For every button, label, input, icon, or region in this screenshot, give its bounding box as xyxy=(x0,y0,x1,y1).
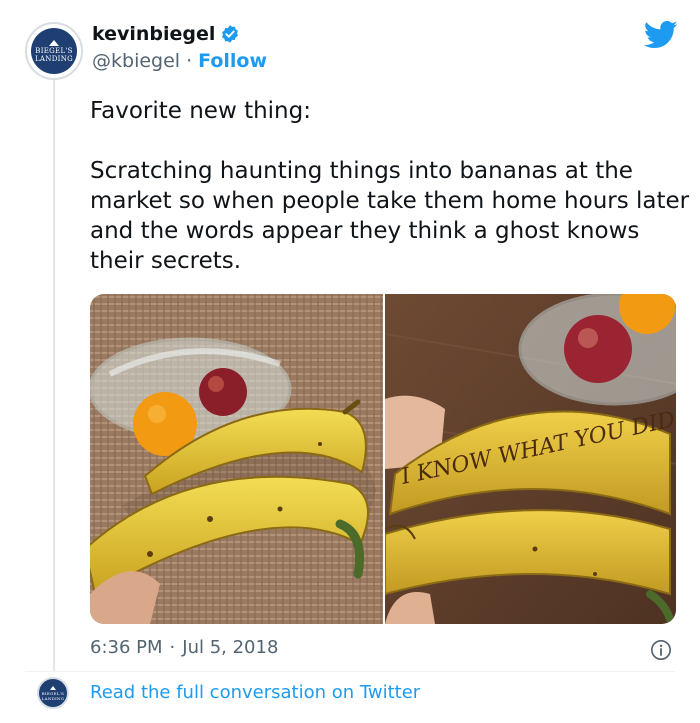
mountain-icon xyxy=(50,685,56,690)
tweet-date: Jul 5, 2018 xyxy=(182,637,279,658)
divider xyxy=(25,671,675,672)
photo-bananas-before[interactable] xyxy=(90,294,383,624)
photo-bananas-after[interactable]: I KNOW WHAT YOU DID xyxy=(383,294,676,624)
tweet-paragraph: Scratching haunting things into bananas … xyxy=(90,158,690,274)
avatar-text-line-1: BIEGEL'S xyxy=(35,46,73,55)
handle-row: @kbiegel · Follow xyxy=(92,50,267,72)
author-name[interactable]: kevinbiegel xyxy=(92,23,215,45)
twitter-bird-icon[interactable] xyxy=(644,20,678,50)
timestamp-row[interactable]: 6:36 PM · Jul 5, 2018 xyxy=(90,637,278,658)
tweet-time: 6:36 PM xyxy=(90,637,163,658)
avatar-logo: BIEGEL'S LANDING xyxy=(31,28,77,74)
tweet-card: BIEGEL'S LANDING kevinbiegel @kbiegel · … xyxy=(0,0,700,723)
tweet-text: Favorite new thing: Scratching haunting … xyxy=(90,96,690,276)
separator-dot: · xyxy=(186,50,193,72)
banana-photo-1 xyxy=(90,294,383,624)
name-row: kevinbiegel xyxy=(92,23,240,45)
author-handle[interactable]: @kbiegel xyxy=(92,50,180,72)
read-conversation-link[interactable]: Read the full conversation on Twitter xyxy=(90,682,420,703)
avatar-text-line-2: LANDING xyxy=(41,695,65,701)
small-avatar[interactable]: BIEGEL'S LANDING xyxy=(37,677,69,709)
separator-dot: · xyxy=(169,637,176,658)
thread-line xyxy=(53,80,55,672)
info-icon[interactable] xyxy=(650,639,672,661)
banana-photo-2: I KNOW WHAT YOU DID xyxy=(385,294,676,624)
avatar[interactable]: BIEGEL'S LANDING xyxy=(25,22,83,80)
mountain-icon xyxy=(49,39,59,46)
avatar-text-line-2: LANDING xyxy=(34,54,74,63)
tweet-paragraph: Favorite new thing: xyxy=(90,98,311,124)
follow-button[interactable]: Follow xyxy=(198,50,267,72)
verified-badge-icon xyxy=(222,25,239,43)
media-grid: I KNOW WHAT YOU DID xyxy=(90,294,676,624)
